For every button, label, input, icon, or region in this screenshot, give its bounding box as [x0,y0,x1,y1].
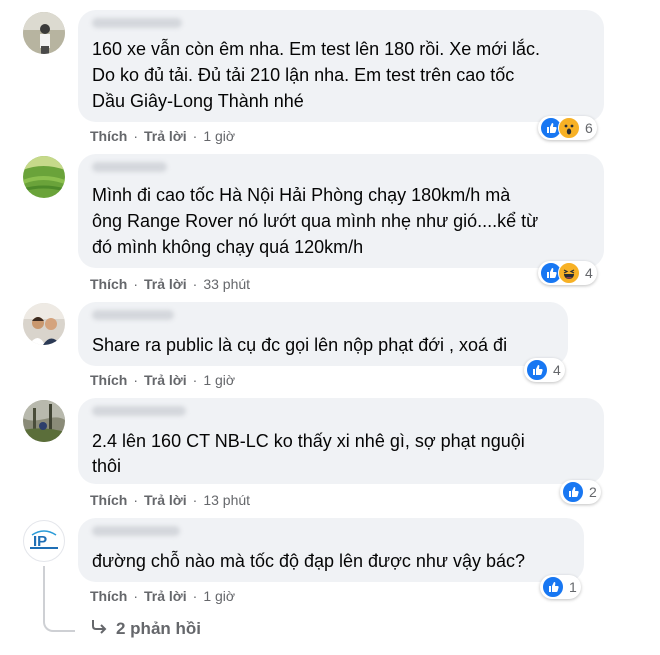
separator-dot: · [192,276,198,292]
separator-dot: · [133,492,139,508]
separator-dot: · [192,588,198,604]
reaction-summary[interactable]: 2 [560,480,601,504]
reaction-count: 1 [569,579,577,595]
comment-text-line: Do ko đủ tải. Đủ tải 210 lận nha. Em tes… [92,65,515,85]
comment-text-line: thôi [92,456,122,476]
separator-dot: · [133,588,139,604]
comment-text-line: Share ra public là cụ đc gọi lên nộp phạ… [92,335,508,355]
comment-text-line: đó mình không chạy quá 120km/h [92,237,364,257]
like-icon [562,481,584,503]
comment-actions: Thích · Trả lời · 33 phút [90,276,250,292]
separator-dot: · [133,276,139,292]
commenter-name[interactable] [92,162,167,172]
reply-arrow-icon [90,618,108,639]
comment-bubble: Share ra public là cụ đc gọi lên nộp phạ… [78,302,568,366]
view-replies-link[interactable]: 2 phản hồi [90,618,201,639]
commenter-name[interactable] [92,526,180,536]
comment-text-line: Mình đi cao tốc Hà Nội Hải Phòng chạy 18… [92,185,511,205]
reaction-count: 4 [553,362,561,378]
reply-button[interactable]: Trả lời [144,492,187,508]
comment-actions: Thích · Trả lời · 13 phút [90,492,250,508]
comment-timestamp[interactable]: 1 giờ [203,588,235,604]
comment-timestamp[interactable]: 1 giờ [203,128,235,144]
comment-actions: Thích · Trả lời · 1 giờ [90,588,235,604]
comment-bubble: Mình đi cao tốc Hà Nội Hải Phòng chạy 18… [78,154,604,268]
comment-bubble: 2.4 lên 160 CT NB-LC ko thấy xi nhê gì, … [78,398,604,484]
like-button[interactable]: Thích [90,372,127,388]
wow-icon [558,117,580,139]
separator-dot: · [192,492,198,508]
reaction-count: 2 [589,484,597,500]
like-icon [542,576,564,598]
haha-icon [558,262,580,284]
avatar[interactable]: IP [23,520,65,562]
separator-dot: · [133,128,139,144]
like-icon [526,359,548,381]
reply-button[interactable]: Trả lời [144,588,187,604]
commenter-name[interactable] [92,310,174,320]
reaction-summary[interactable]: 4 [538,261,597,285]
reply-button[interactable]: Trả lời [144,276,187,292]
avatar[interactable] [23,12,65,54]
avatar[interactable] [23,303,65,345]
comment-actions: Thích · Trả lời · 1 giờ [90,128,235,144]
like-button[interactable]: Thích [90,588,127,604]
comment-text-line: Dầu Giây-Long Thành nhé [92,91,304,111]
reply-button[interactable]: Trả lời [144,128,187,144]
reply-thread-line [43,566,75,632]
view-replies-label: 2 phản hồi [116,618,201,638]
comment-text-line: đường chỗ nào mà tốc độ đạp lên được như… [92,551,526,571]
reaction-summary[interactable]: 4 [524,358,565,382]
reaction-count: 6 [585,120,593,136]
commenter-name[interactable] [92,18,182,28]
comment-timestamp[interactable]: 33 phút [203,276,250,292]
comment-text-line: 160 xe vẫn còn êm nha. Em test lên 180 r… [92,39,541,59]
separator-dot: · [192,372,198,388]
reaction-summary[interactable]: 6 [538,116,597,140]
commenter-name[interactable] [92,406,186,416]
reaction-summary[interactable]: 1 [540,575,581,599]
comment-timestamp[interactable]: 13 phút [203,492,250,508]
avatar[interactable] [23,400,65,442]
comment-bubble: 160 xe vẫn còn êm nha. Em test lên 180 r… [78,10,604,122]
comment-text-line: ông Range Rover nó lướt qua mình nhẹ như… [92,211,539,231]
reply-button[interactable]: Trả lời [144,372,187,388]
avatar[interactable] [23,156,65,198]
comment-text-line: 2.4 lên 160 CT NB-LC ko thấy xi nhê gì, … [92,431,525,451]
reaction-count: 4 [585,265,593,281]
separator-dot: · [192,128,198,144]
like-button[interactable]: Thích [90,128,127,144]
comment-bubble: đường chỗ nào mà tốc độ đạp lên được như… [78,518,584,582]
comment-actions: Thích · Trả lời · 1 giờ [90,372,235,388]
comment-timestamp[interactable]: 1 giờ [203,372,235,388]
like-button[interactable]: Thích [90,276,127,292]
separator-dot: · [133,372,139,388]
like-button[interactable]: Thích [90,492,127,508]
